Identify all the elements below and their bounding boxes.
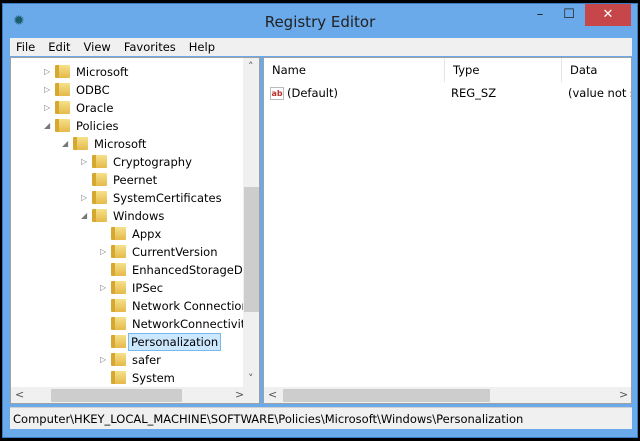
close-button[interactable]: ✕	[585, 4, 631, 26]
folder-icon	[111, 335, 126, 348]
status-bar-path: Computer\HKEY_LOCAL_MACHINE\SOFTWARE\Pol…	[10, 407, 632, 429]
menu-help[interactable]: Help	[183, 38, 222, 56]
scroll-right-icon[interactable]: >	[235, 388, 244, 401]
values-list[interactable]: Name Type Data ab (Default) REG_SZ (value…	[263, 57, 632, 404]
tree-vertical-scroll-thumb[interactable]	[244, 187, 259, 312]
tree-item-label: Windows	[113, 209, 165, 223]
column-header-type[interactable]: Type	[445, 58, 562, 82]
folder-icon	[73, 137, 88, 150]
value-type: REG_SZ	[451, 86, 497, 100]
menu-favorites[interactable]: Favorites	[118, 38, 183, 56]
expanded-arrow-icon[interactable]: ◢	[62, 135, 68, 153]
folder-icon	[92, 173, 107, 186]
list-horizontal-scroll-thumb[interactable]	[283, 389, 490, 402]
tree-item-label: Peernet	[113, 173, 158, 187]
tree-item[interactable]: EnhancedStorageDev	[11, 261, 257, 279]
tree-item[interactable]: ▷ Oracle	[11, 99, 243, 117]
collapsed-arrow-icon[interactable]: ▷	[44, 99, 50, 117]
tree-item-label: CurrentVersion	[132, 245, 218, 259]
tree-item-label: SystemCertificates	[113, 191, 222, 205]
minimize-button[interactable]: –	[527, 4, 553, 26]
tree-item[interactable]: ▷ Cryptography	[11, 153, 243, 171]
tree-horizontal-scroll-thumb[interactable]	[51, 389, 182, 402]
collapsed-arrow-icon[interactable]: ▷	[100, 243, 106, 261]
tree-item[interactable]: ▷ ODBC	[11, 81, 243, 99]
menu-bar: File Edit View Favorites Help	[10, 38, 632, 56]
folder-icon	[55, 65, 70, 78]
title-bar[interactable]: ✹ Registry Editor – ☐ ✕	[3, 4, 637, 38]
scroll-up-icon[interactable]: ˄	[248, 60, 254, 73]
tree-item-label: Cryptography	[113, 155, 192, 169]
tree-item[interactable]: Network Connection	[11, 297, 249, 315]
scroll-down-icon[interactable]: ˅	[248, 372, 254, 385]
menu-view[interactable]: View	[78, 38, 118, 56]
string-value-icon: ab	[270, 87, 284, 100]
tree-item[interactable]: ▷ Microsoft	[11, 63, 243, 81]
collapsed-arrow-icon[interactable]: ▷	[100, 279, 106, 297]
folder-icon	[55, 83, 70, 96]
tree-item-label: Appx	[132, 227, 162, 241]
tree-item[interactable]: System	[11, 369, 243, 387]
scroll-right-icon[interactable]: >	[619, 388, 628, 401]
tree-item-label: ODBC	[76, 83, 110, 97]
expanded-arrow-icon[interactable]: ◢	[44, 117, 50, 135]
tree-item-label: System	[132, 371, 175, 385]
collapsed-arrow-icon[interactable]: ▷	[44, 63, 50, 81]
tree-item[interactable]: NetworkConnectivity	[11, 315, 252, 333]
tree-item-label: Network Connection	[132, 299, 249, 313]
registry-editor-window: ✹ Registry Editor – ☐ ✕ File Edit View F…	[2, 3, 638, 438]
tree-item-label: NetworkConnectivity	[132, 317, 253, 331]
collapsed-arrow-icon[interactable]: ▷	[44, 81, 50, 99]
menu-file[interactable]: File	[10, 38, 42, 56]
tree-item[interactable]: ▷ SystemCertificates	[11, 189, 243, 207]
folder-icon	[111, 353, 126, 366]
folder-icon	[92, 209, 107, 222]
folder-icon	[55, 101, 70, 114]
value-name: (Default)	[287, 86, 338, 100]
folder-icon	[111, 281, 126, 294]
tree-item[interactable]: ◢ Microsoft	[11, 135, 243, 153]
folder-icon	[111, 263, 126, 276]
key-tree[interactable]: ▷WcmSvcSystem▷saferPersonalizationNetwor…	[10, 57, 260, 404]
scroll-left-icon[interactable]: <	[268, 388, 277, 401]
tree-item[interactable]: Peernet	[11, 171, 243, 189]
folder-icon	[55, 119, 70, 132]
tree-item[interactable]: ◢ Windows	[11, 207, 243, 225]
folder-icon	[111, 245, 126, 258]
expanded-arrow-icon[interactable]: ◢	[81, 207, 87, 225]
tree-item-label: IPSec	[132, 281, 164, 295]
scroll-left-icon[interactable]: <	[15, 388, 24, 401]
collapsed-arrow-icon[interactable]: ▷	[81, 189, 87, 207]
maximize-button[interactable]: ☐	[556, 4, 582, 26]
folder-icon	[111, 371, 126, 384]
tree-item[interactable]: ▷ safer	[11, 351, 243, 369]
folder-icon	[92, 155, 107, 168]
folder-icon	[111, 317, 126, 330]
collapsed-arrow-icon[interactable]: ▷	[100, 351, 106, 369]
folder-icon	[111, 299, 126, 312]
value-data: (value not s	[568, 86, 632, 100]
column-header-name[interactable]: Name	[264, 58, 445, 82]
folder-icon	[92, 191, 107, 204]
tree-item-label: safer	[132, 353, 161, 367]
tree-item[interactable]: ▷ IPSec	[11, 279, 243, 297]
tree-item[interactable]: ◢ Policies	[11, 117, 243, 135]
tree-item-label: Microsoft	[94, 137, 147, 151]
tree-item-label: Oracle	[76, 101, 114, 115]
column-header-data[interactable]: Data	[562, 58, 631, 82]
menu-edit[interactable]: Edit	[42, 38, 77, 56]
tree-item-label: Personalization	[128, 333, 222, 351]
tree-item-label: EnhancedStorageDev	[132, 263, 257, 277]
tree-item-label: Microsoft	[76, 65, 129, 79]
tree-item[interactable]: Personalization	[11, 333, 243, 351]
tree-item[interactable]: Appx	[11, 225, 243, 243]
tree-item[interactable]: ▷ CurrentVersion	[11, 243, 243, 261]
collapsed-arrow-icon[interactable]: ▷	[81, 153, 87, 171]
folder-icon	[111, 227, 126, 240]
tree-item-label: Policies	[76, 119, 119, 133]
value-row[interactable]: ab (Default) REG_SZ (value not s	[270, 84, 632, 102]
